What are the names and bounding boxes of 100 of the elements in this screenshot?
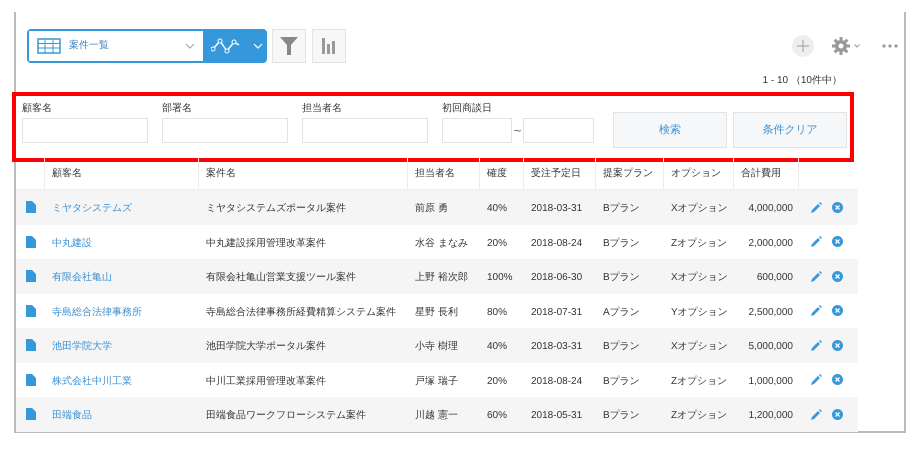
table-cell: ミヤタシステムズポータル案件 <box>206 203 346 214</box>
document-icon[interactable] <box>26 236 36 248</box>
field-label: 担当者名 <box>302 102 343 114</box>
table-cell: 40% <box>487 341 508 352</box>
search-panel-button[interactable]: 条件クリア <box>733 112 847 148</box>
date-to-field[interactable] <box>523 118 594 143</box>
edit-icon[interactable] <box>811 236 822 248</box>
table-cell: 上野 裕次郎 <box>415 272 468 284</box>
view-select-value: 案件一覧 <box>69 38 110 53</box>
search-field[interactable] <box>162 118 288 143</box>
table-cell: 1,000,000 <box>748 376 793 387</box>
range-separator: ~ <box>512 122 522 140</box>
column-header: 提案プラン <box>603 166 653 181</box>
delete-icon[interactable] <box>832 305 843 316</box>
table-cell: Aプラン <box>603 306 640 318</box>
edit-icon[interactable] <box>811 202 822 213</box>
table-cell: 5,000,000 <box>748 341 793 352</box>
table-cell: Bプラン <box>603 203 640 214</box>
table-cell: 池田学院大学ポータル案件 <box>206 341 326 352</box>
customer-link[interactable]: 寺島総合法律事務所 <box>52 306 142 318</box>
edit-icon[interactable] <box>811 408 822 420</box>
table-cell: Bプラン <box>603 410 640 422</box>
table-cell: Bプラン <box>603 341 640 352</box>
pagination-text: 1 - 10 （10件中） <box>762 74 842 88</box>
table-cell: 中丸建設採用管理改革案件 <box>206 238 326 249</box>
table-cell: Zオプション <box>671 410 728 422</box>
settings-button[interactable] <box>832 36 860 54</box>
table-cell: 4,000,000 <box>748 203 793 214</box>
customer-link[interactable]: 株式会社中川工業 <box>52 376 132 387</box>
table-cell: Bプラン <box>603 272 640 284</box>
table-cell: 2018-06-30 <box>531 272 582 284</box>
table-cell: 星野 長利 <box>415 306 458 318</box>
customer-link[interactable]: 中丸建設 <box>52 238 92 249</box>
table-cell: 600,000 <box>756 272 793 284</box>
view-selector[interactable]: 案件一覧 <box>27 28 267 62</box>
edit-icon[interactable] <box>811 305 822 316</box>
search-field[interactable] <box>22 118 148 143</box>
table-cell: Yオプション <box>671 306 728 318</box>
table-cell: 2018-03-31 <box>531 341 582 352</box>
document-icon[interactable] <box>26 304 36 317</box>
table-cell: 2018-07-31 <box>531 306 582 318</box>
table-cell: 40% <box>487 203 508 214</box>
document-icon[interactable] <box>26 201 36 214</box>
table-cell: Zオプション <box>671 238 728 249</box>
delete-icon[interactable] <box>832 202 843 213</box>
delete-icon[interactable] <box>832 270 843 282</box>
table-cell: 中川工業採用管理改革案件 <box>206 376 326 387</box>
bar-chart-icon <box>322 38 336 54</box>
table-cell: 100% <box>487 272 513 284</box>
date-from-field[interactable] <box>442 118 512 143</box>
table-cell: 寺島総合法律事務所経費精算システム案件 <box>206 306 396 318</box>
edit-icon[interactable] <box>811 374 822 386</box>
table-cell: 20% <box>487 376 508 387</box>
add-button[interactable] <box>792 34 814 56</box>
table-cell: Bプラン <box>603 238 640 249</box>
table-cell: 2,000,000 <box>748 238 793 249</box>
chevron-down-icon <box>185 42 195 48</box>
delete-icon[interactable] <box>832 408 843 420</box>
customer-link[interactable]: 田端食品 <box>52 410 92 422</box>
search-panel-button[interactable]: 検索 <box>613 112 727 148</box>
column-header: 顧客名 <box>52 166 82 181</box>
table-cell: Bプラン <box>603 376 640 387</box>
document-icon[interactable] <box>26 408 36 420</box>
table-cell: 戸塚 瑞子 <box>415 376 458 387</box>
column-header: 合計費用 <box>741 166 781 181</box>
customer-link[interactable]: 有限会社亀山 <box>52 272 112 284</box>
table-cell: 有限会社亀山営業支援ツール案件 <box>206 272 356 284</box>
delete-icon[interactable] <box>832 340 843 351</box>
table-cell: 川越 憲一 <box>415 410 458 422</box>
table-cell: 水谷 まなみ <box>415 238 468 249</box>
filter-icon <box>280 36 298 56</box>
field-label: 初回商談日 <box>442 102 493 114</box>
document-icon[interactable] <box>26 374 36 386</box>
field-label: 顧客名 <box>22 102 53 114</box>
more-button[interactable] <box>882 44 898 48</box>
table-cell: 2018-08-24 <box>531 238 582 249</box>
delete-icon[interactable] <box>832 374 843 386</box>
customer-link[interactable]: ミヤタシステムズ <box>52 203 132 214</box>
filter-button[interactable] <box>272 28 306 62</box>
delete-icon[interactable] <box>832 236 843 248</box>
field-label: 部署名 <box>162 102 193 114</box>
chart-button[interactable] <box>312 28 346 62</box>
chevron-down-icon <box>253 42 263 48</box>
column-header: 受注予定日 <box>531 166 581 181</box>
edit-icon[interactable] <box>811 340 822 351</box>
customer-link[interactable]: 池田学院大学 <box>52 341 112 352</box>
table-cell: Xオプション <box>671 203 728 214</box>
table-cell: 田端食品ワークフローシステム案件 <box>206 410 366 422</box>
table-cell: 1,200,000 <box>748 410 793 422</box>
table-icon <box>37 38 61 54</box>
table-cell: 2,500,000 <box>748 306 793 318</box>
search-field[interactable] <box>302 118 428 143</box>
column-header: オプション <box>671 166 721 181</box>
chevron-down-icon <box>854 44 860 48</box>
edit-icon[interactable] <box>811 270 822 282</box>
document-icon[interactable] <box>26 270 36 282</box>
document-icon[interactable] <box>26 339 36 352</box>
table-cell: Xオプション <box>671 272 728 284</box>
table-cell: 前原 勇 <box>415 203 448 214</box>
column-header: 案件名 <box>206 166 236 181</box>
